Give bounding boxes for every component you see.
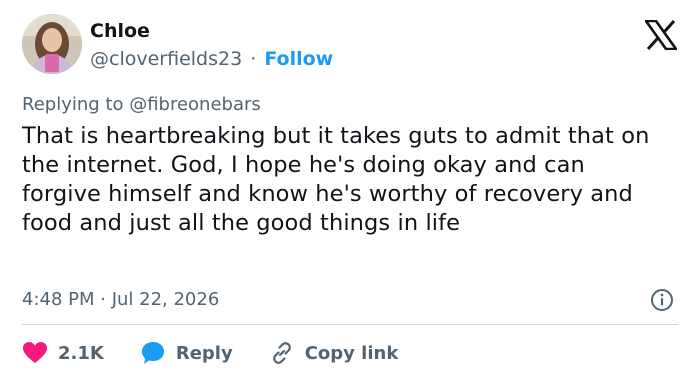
copy-link-button[interactable]: Copy link: [269, 340, 399, 366]
reply-button[interactable]: Reply: [140, 340, 233, 366]
avatar[interactable]: [22, 14, 82, 74]
timestamp[interactable]: 4:48 PM · Jul 22, 2026: [22, 289, 219, 310]
follow-button[interactable]: Follow: [264, 48, 333, 70]
handle-line: @cloverfields23 · Follow: [90, 48, 333, 70]
like-button[interactable]: 2.1K: [22, 341, 104, 365]
avatar-image: [22, 14, 82, 74]
copy-link-label: Copy link: [304, 342, 399, 364]
action-bar: 2.1K Reply Copy link: [22, 338, 434, 368]
tweet-card: Chloe @cloverfields23 · Follow Replying …: [0, 0, 700, 379]
tweet-text: That is heartbreaking but it takes guts …: [22, 123, 650, 236]
link-icon: [269, 340, 295, 366]
display-name[interactable]: Chloe: [90, 20, 150, 42]
user-handle[interactable]: @cloverfields23: [90, 48, 242, 70]
reply-label: Reply: [175, 342, 233, 364]
divider: [22, 324, 678, 325]
heart-icon: [22, 341, 48, 365]
speech-bubble-icon: [140, 340, 166, 366]
info-icon[interactable]: [650, 288, 674, 312]
x-logo[interactable]: [643, 19, 679, 51]
separator: ·: [250, 48, 257, 70]
replying-to: Replying to @fibreonebars: [22, 94, 261, 115]
like-count: 2.1K: [58, 342, 104, 364]
